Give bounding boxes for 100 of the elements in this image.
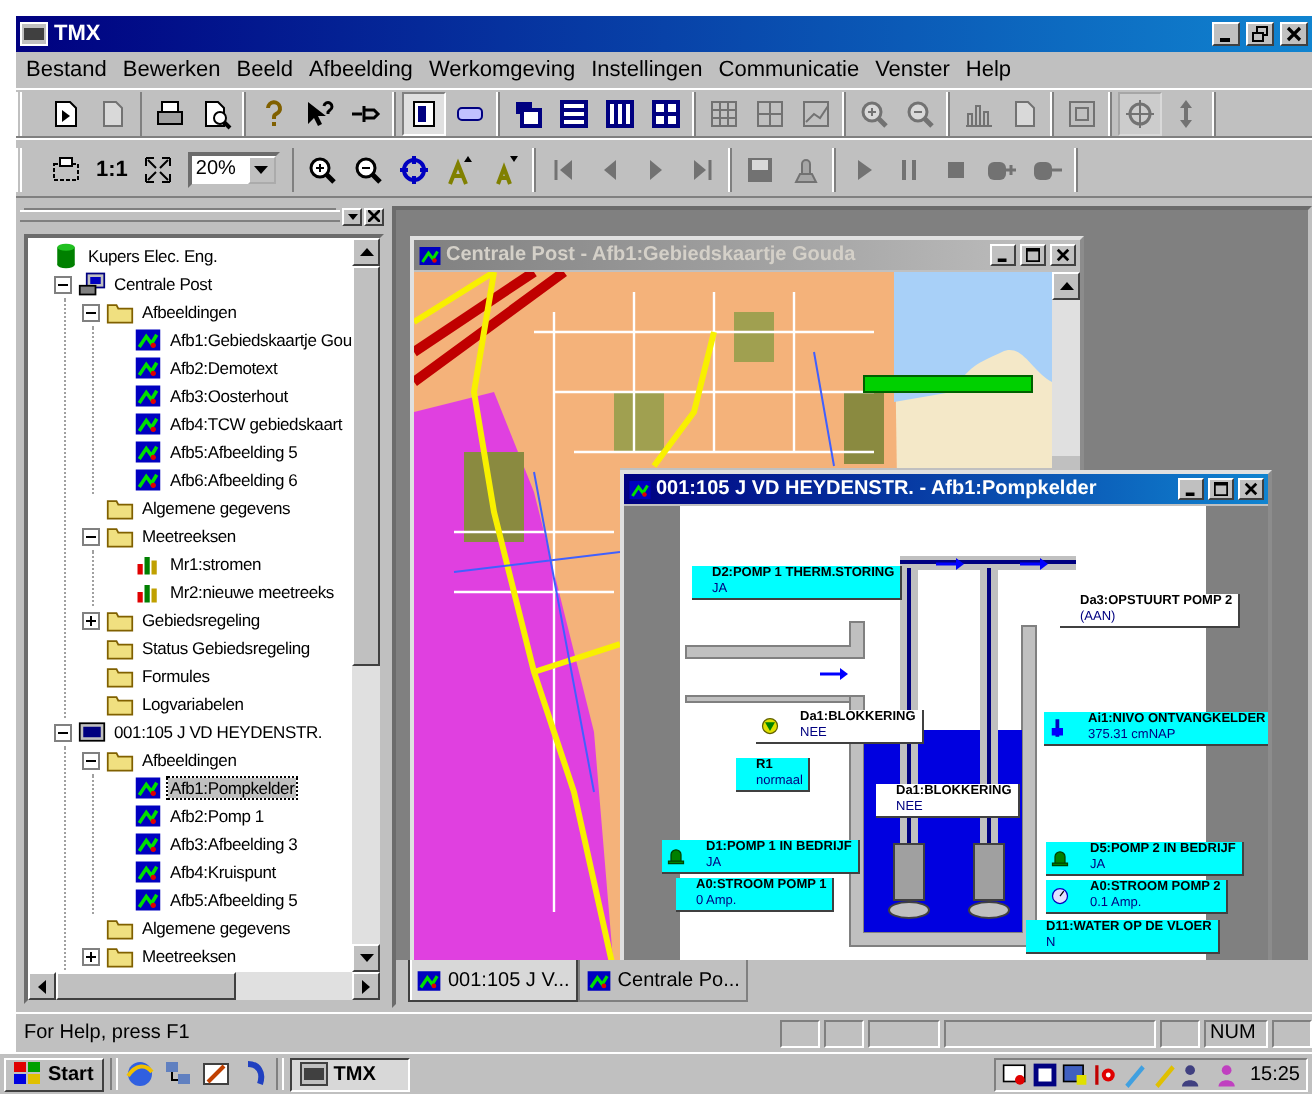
- status-panel: [780, 1019, 820, 1047]
- picture-icon: [134, 410, 162, 438]
- tree-item[interactable]: Kupers Elec. Eng.: [86, 246, 220, 266]
- scroll-down-icon: [359, 954, 373, 962]
- menu-item[interactable]: Help: [959, 58, 1022, 82]
- window-tab[interactable]: 001:105 J V...: [408, 960, 578, 1002]
- tree-item[interactable]: Mr2:nieuwe meetreeks: [168, 582, 336, 602]
- vertical-scrollbar[interactable]: [352, 238, 380, 972]
- tree-item[interactable]: Afb1:Pompkelder: [168, 778, 297, 798]
- menu-item[interactable]: Venster: [869, 58, 960, 82]
- pump-drawing: [888, 843, 930, 919]
- tree-item[interactable]: 001:105 J VD HEYDENSTR.: [112, 722, 325, 742]
- monitor-icon[interactable]: [1001, 1061, 1028, 1087]
- zoom-dropdown[interactable]: 20%: [187, 151, 280, 187]
- minimize-button[interactable]: [990, 244, 1016, 266]
- minimize-button[interactable]: [1178, 478, 1204, 500]
- window-tab[interactable]: Centrale Po...: [577, 960, 748, 1002]
- pane-menu-button[interactable]: [342, 207, 362, 225]
- restore-button[interactable]: [1246, 22, 1274, 46]
- tree-item[interactable]: Afb3:Oosterhout: [168, 386, 290, 406]
- minimize-button[interactable]: [1212, 22, 1240, 46]
- maximize-button[interactable]: [1208, 478, 1234, 500]
- menu-item[interactable]: Beeld: [230, 58, 303, 82]
- app-icon: [299, 1062, 328, 1086]
- menu-item[interactable]: Bewerken: [116, 58, 231, 82]
- tree-item[interactable]: Afb2:Demotext: [168, 358, 280, 378]
- expander-icon[interactable]: [82, 611, 100, 629]
- maximize-icon: [1026, 248, 1040, 262]
- tree-item[interactable]: Meetreeksen: [140, 526, 238, 546]
- disc-icon[interactable]: [1091, 1061, 1118, 1087]
- close-button[interactable]: [1280, 22, 1308, 46]
- tree-item[interactable]: Centrale Post: [112, 274, 214, 294]
- menu-item[interactable]: Communicatie: [712, 58, 870, 82]
- tree-item[interactable]: Afb2:Pomp 1: [168, 806, 266, 826]
- tray-badge-icon[interactable]: [1031, 1061, 1058, 1087]
- panel-icon[interactable]: [402, 92, 446, 136]
- picture-icon: [134, 354, 162, 382]
- menu-item[interactable]: Afbeelding: [302, 58, 423, 82]
- taskbar-button[interactable]: TMX: [289, 1057, 410, 1091]
- tree-item[interactable]: Mr1:stromen: [168, 554, 264, 574]
- tree-item[interactable]: Formules: [140, 666, 212, 686]
- expander-icon[interactable]: [54, 723, 72, 741]
- paint-icon[interactable]: [199, 1058, 232, 1090]
- restore-icon: [1252, 26, 1268, 42]
- folder-icon: [106, 662, 134, 690]
- actual-size-button[interactable]: 1:1: [90, 153, 134, 185]
- expander-icon[interactable]: [82, 527, 100, 545]
- folder-icon: [106, 494, 134, 522]
- maximize-icon: [1214, 482, 1228, 496]
- tree-item[interactable]: Afb4:Kruispunt: [168, 862, 278, 882]
- gauge-icon: [1050, 886, 1070, 906]
- screen-icon[interactable]: [1061, 1061, 1088, 1087]
- expander-icon[interactable]: [82, 947, 100, 965]
- flow-arrow: [1020, 558, 1048, 570]
- folder-icon: [106, 690, 134, 718]
- grip-handle[interactable]: [20, 210, 340, 222]
- close-icon: [1286, 26, 1302, 42]
- tree-item[interactable]: Meetreeksen: [140, 946, 238, 966]
- horizontal-scrollbar[interactable]: [28, 972, 380, 1000]
- tree-item[interactable]: Afbeeldingen: [140, 750, 239, 770]
- picture-icon: [134, 858, 162, 886]
- pane-close-button[interactable]: [364, 207, 384, 225]
- scroll-up-icon: [359, 248, 373, 256]
- flow-arrow: [936, 558, 964, 570]
- tree-item[interactable]: Algemene gegevens: [140, 498, 293, 518]
- tree-item[interactable]: Status Gebiedsregeling: [140, 638, 312, 658]
- maximize-button[interactable]: [1020, 244, 1046, 266]
- menu-item[interactable]: Instellingen: [585, 58, 713, 82]
- picture-icon: [628, 477, 652, 501]
- tree-item[interactable]: Afb5:Afbeelding 5: [168, 442, 300, 462]
- window-icon: [78, 718, 106, 746]
- vertical-scrollbar[interactable]: [1052, 272, 1080, 456]
- status-panel: [868, 1019, 940, 1047]
- tree-item[interactable]: Afb6:Afbeelding 6: [168, 470, 300, 490]
- tree-item[interactable]: Afb1:Gebiedskaartje Gou: [168, 330, 352, 350]
- status-text: For Help, press F1: [24, 1022, 190, 1044]
- expander-icon[interactable]: [82, 303, 100, 321]
- tree-item[interactable]: Afb4:TCW gebiedskaart: [168, 414, 345, 434]
- status-panel: [1160, 1019, 1200, 1047]
- menu-item[interactable]: Werkomgeving: [422, 58, 586, 82]
- close-button[interactable]: [1050, 244, 1076, 266]
- tree-item[interactable]: Afb3:Afbeelding 3: [168, 834, 300, 854]
- picture-icon: [418, 243, 442, 267]
- close-button[interactable]: [1238, 478, 1264, 500]
- folder-icon: [106, 634, 134, 662]
- tree-item[interactable]: Afbeeldingen: [140, 302, 239, 322]
- expander-icon[interactable]: [54, 275, 72, 293]
- tree-item[interactable]: Logvariabelen: [140, 694, 246, 714]
- start-button[interactable]: Start: [4, 1057, 104, 1091]
- window-title: 001:105 J VD HEYDENSTR. - Afb1:Pompkelder: [656, 478, 1097, 500]
- picture-icon: [134, 326, 162, 354]
- folder-icon: [106, 606, 134, 634]
- tree-item[interactable]: Gebiedsregeling: [140, 610, 262, 630]
- close-icon: [368, 210, 380, 222]
- caret-icon: [254, 165, 269, 173]
- tree-item[interactable]: Algemene gegevens: [140, 918, 293, 938]
- tree-item[interactable]: Afb5:Afbeelding 5: [168, 890, 300, 910]
- expander-icon[interactable]: [82, 751, 100, 769]
- menu-item[interactable]: Bestand: [20, 58, 117, 82]
- network-icon[interactable]: [161, 1058, 194, 1090]
